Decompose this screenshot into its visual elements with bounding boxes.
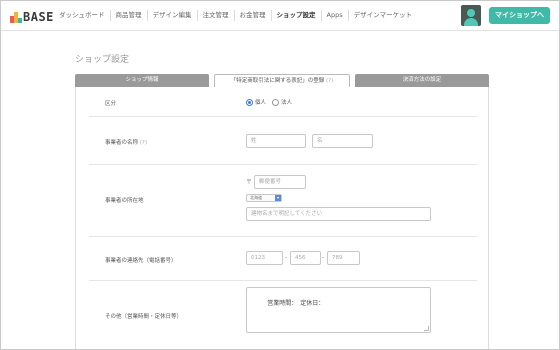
other-label: その他（営業時間・定休日等） — [105, 314, 183, 320]
first-name-field[interactable]: 名 — [312, 134, 373, 148]
tab-label: 「特定商取引法に関する表記」の登録 — [230, 78, 325, 84]
nav-orders[interactable]: 注文管理 — [196, 10, 234, 21]
radio-corporation-label[interactable]: 法人 — [281, 98, 292, 106]
tab-shop-info[interactable]: ショップ情報 — [75, 74, 209, 87]
tab-payment[interactable]: 決済方法の設定 — [355, 74, 489, 87]
phone-part3-field[interactable]: 789 — [327, 251, 360, 265]
logo-text: BASE — [23, 10, 54, 24]
nav-apps[interactable]: Apps — [320, 10, 348, 21]
nav-products[interactable]: 商品管理 — [109, 10, 147, 21]
chevron-down-icon: ▾ — [275, 195, 281, 201]
building-field[interactable]: 建物名まで明記してください — [246, 207, 431, 221]
radio-individual-label[interactable]: 個人 — [255, 98, 266, 106]
phone-part1-field[interactable]: 0123 — [246, 251, 283, 265]
phone-separator: - — [322, 254, 325, 261]
business-hours-textarea[interactable]: 営業時間： 定休日： — [246, 287, 431, 333]
nav-design-market[interactable]: デザインマーケット — [347, 10, 418, 21]
resize-handle-icon[interactable] — [424, 326, 429, 331]
nav-shop-settings[interactable]: ショップ設定 — [270, 10, 321, 21]
phone-label: 事業者の連絡先（電話番号） — [105, 258, 177, 264]
textarea-value: 営業時間： 定休日： — [267, 300, 325, 307]
form-row-phone: 事業者の連絡先（電話番号） 0123 - 456 - 789 — [89, 237, 477, 281]
help-icon[interactable]: (?) — [326, 78, 333, 84]
settings-tabs: ショップ情報 「特定商取引法に関する表記」の登録 (?) 決済方法の設定 — [75, 74, 489, 88]
last-name-field[interactable]: 姓 — [246, 134, 306, 148]
tab-label: 決済方法の設定 — [402, 77, 442, 83]
form-row-address: 事業者の所在地 〒 郵便番号 北海道 ▾ 建物名まで明記してください — [89, 165, 477, 237]
postal-mark: 〒 — [246, 179, 253, 186]
prefecture-select[interactable]: 北海道 ▾ — [246, 194, 282, 202]
help-icon[interactable]: (?) — [140, 140, 147, 146]
top-header: BASE ダッシュボード 商品管理 デザイン編集 注文管理 お金管理 ショップ設… — [1, 1, 559, 31]
main-nav: ダッシュボード 商品管理 デザイン編集 注文管理 お金管理 ショップ設定 App… — [59, 10, 417, 21]
nav-design-edit[interactable]: デザイン編集 — [146, 10, 197, 21]
category-radio-group: 個人 法人 — [246, 98, 298, 106]
name-label: 事業者の名称 (?) — [105, 138, 147, 146]
user-avatar-icon[interactable] — [461, 5, 481, 26]
logo-mark-icon — [10, 12, 22, 23]
nav-money[interactable]: お金管理 — [233, 10, 271, 21]
form-row-name: 事業者の名称 (?) 姓 名 — [89, 117, 477, 165]
phone-part2-field[interactable]: 456 — [290, 251, 321, 265]
prefecture-value: 北海道 — [250, 195, 262, 200]
form-row-category: 区分 個人 法人 — [89, 87, 477, 117]
base-logo[interactable]: BASE — [10, 9, 54, 23]
my-shop-button[interactable]: マイショップへ — [489, 7, 550, 24]
radio-corporation[interactable] — [272, 98, 280, 106]
category-label: 区分 — [105, 101, 117, 107]
page-title: ショップ設定 — [75, 55, 130, 65]
nav-dashboard[interactable]: ダッシュボード — [59, 10, 110, 21]
name-label-text: 事業者の名称 — [105, 140, 139, 146]
zip-code-field[interactable]: 郵便番号 — [254, 175, 306, 189]
phone-separator: - — [285, 254, 288, 261]
browser-frame: BASE ダッシュボード 商品管理 デザイン編集 注文管理 お金管理 ショップ設… — [0, 0, 560, 350]
form-panel: 区分 個人 法人 事業者の名称 (?) 姓 名 事業者の所在地 〒 郵便番号 北… — [75, 87, 489, 349]
address-label: 事業者の所在地 — [105, 198, 144, 204]
radio-individual[interactable] — [246, 98, 253, 106]
form-row-other: その他（営業時間・定休日等） 営業時間： 定休日： — [89, 281, 477, 349]
tab-tokushoho[interactable]: 「特定商取引法に関する表記」の登録 (?) — [214, 74, 350, 88]
tab-label: ショップ情報 — [125, 77, 159, 83]
